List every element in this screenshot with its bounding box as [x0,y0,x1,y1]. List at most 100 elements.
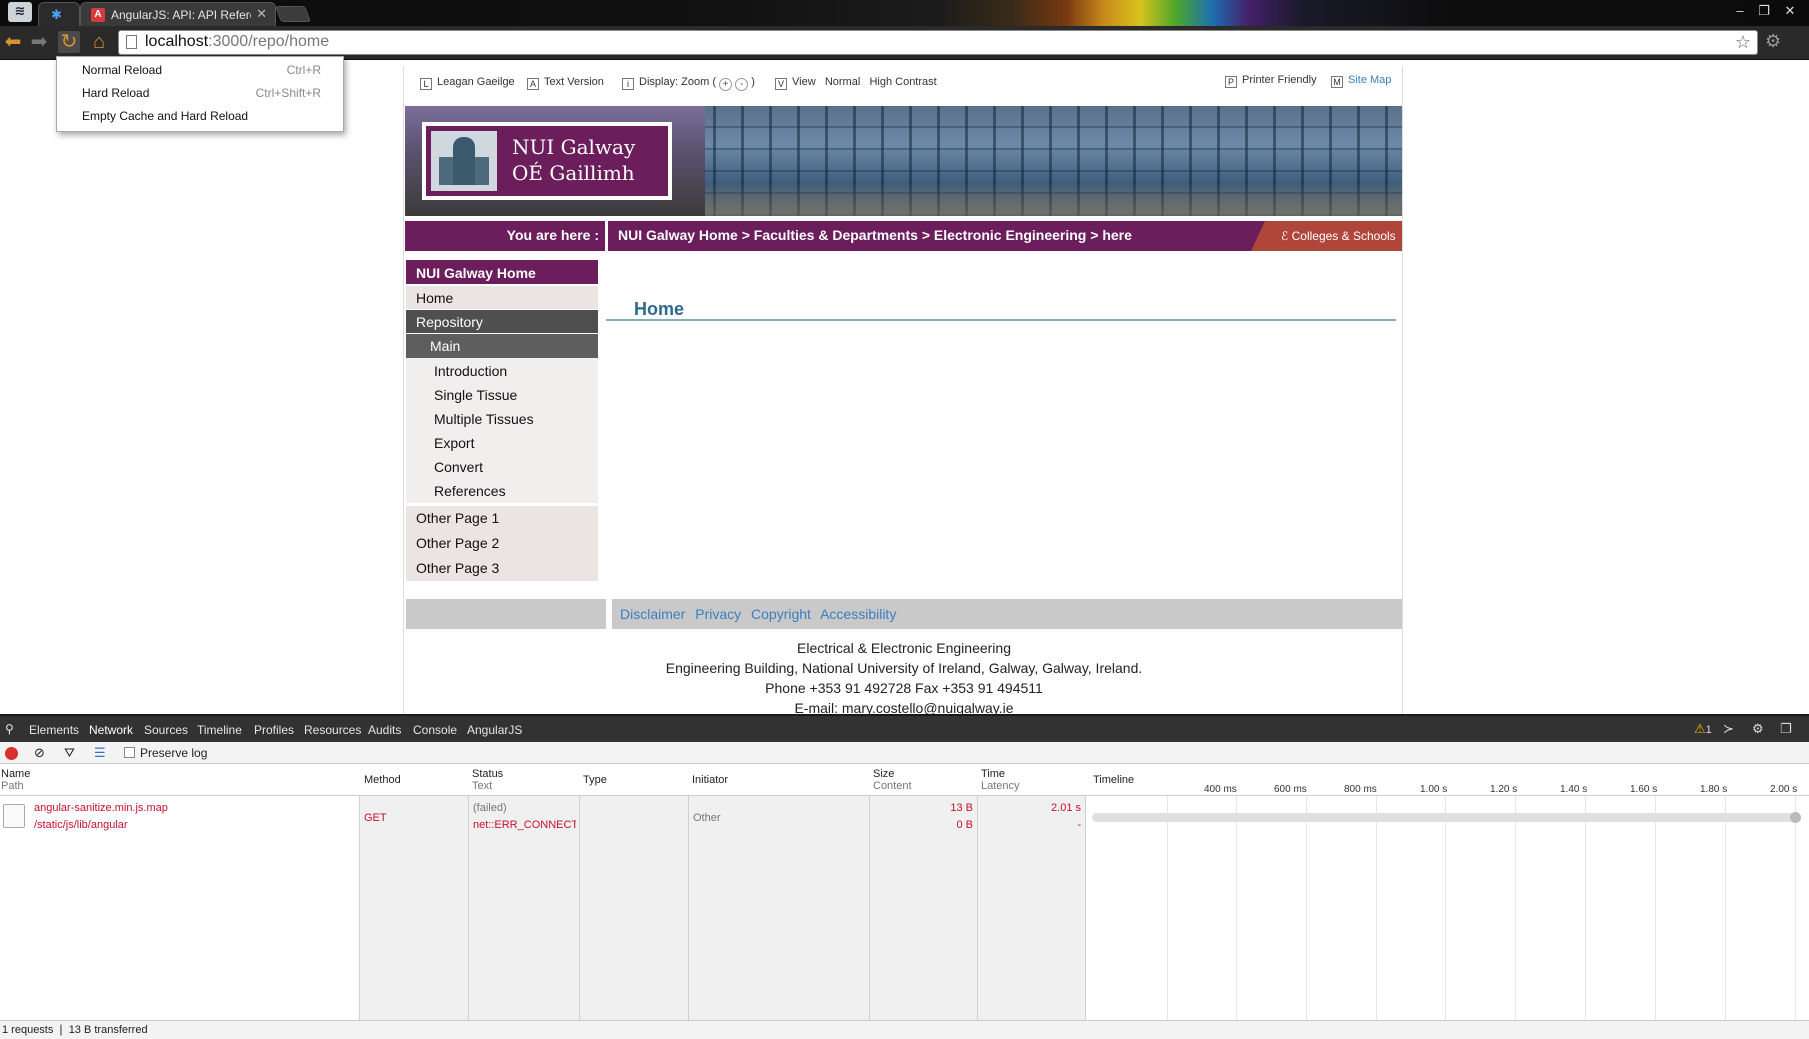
col-name[interactable]: Name Path [1,768,30,792]
col-timeline[interactable]: Timeline [1093,774,1134,786]
address-bar[interactable]: localhost:3000/repo/home ☆ [118,30,1758,55]
tab-devtools[interactable]: ✱ [38,2,80,26]
breadcrumb: You are here : NUI Galway Home > Faculti… [405,221,1402,251]
request-method: GET [364,812,387,824]
accessibility-link[interactable]: Accessibility [820,606,896,622]
restore-icon[interactable]: ❐ [1752,3,1776,19]
preserve-log-label: Preserve log [140,746,208,760]
view-options: V View Normal High Contrast [775,76,937,90]
request-size: 13 B [950,802,973,814]
preserve-log-checkbox[interactable] [124,747,135,758]
network-controls: ⊘ ⛛ ☰ Preserve log [0,742,1809,764]
gaeilge-link[interactable]: L Leagan Gaeilge [420,76,515,90]
record-icon[interactable] [5,747,18,760]
nav-other-page-2[interactable]: Other Page 2 [406,531,598,556]
request-name[interactable]: angular-sanitize.min.js.map [34,802,168,814]
nav-references[interactable]: References [406,479,598,503]
tab-angularjs[interactable]: A AngularJS: API: API Refere ✕ [80,2,276,26]
zoom-in-icon[interactable]: + [719,78,733,91]
nav-nui-galway-home[interactable]: NUI Galway Home [406,260,598,284]
filter-icon[interactable]: ⛛ [64,745,75,761]
disclaimer-link[interactable]: Disclaimer [620,606,685,622]
footer-department: Electrical & Electronic Engineering [797,640,1011,656]
page-title: Home [634,299,685,319]
close-window-icon[interactable]: ✕ [1778,3,1802,19]
zoom-out-icon[interactable]: - [735,78,749,91]
tab-elements[interactable]: Elements [29,723,79,737]
large-rows-icon[interactable]: ☰ [94,745,106,761]
text-version-link[interactable]: A Text Version [527,76,604,90]
tab-console[interactable]: Console [413,723,457,737]
nav-single-tissue[interactable]: Single Tissue [406,383,598,407]
col-size[interactable]: Size Content [873,768,912,792]
copyright-link[interactable]: Copyright [751,606,811,622]
timeline-tick: 400 ms [1204,784,1237,795]
printer-friendly-link[interactable]: P Printer Friendly [1225,74,1317,88]
footer-links: Disclaimer Privacy Copyright Accessibili… [612,599,1402,629]
col-initiator[interactable]: Initiator [692,774,728,786]
file-icon [3,804,25,828]
timeline-tick: 2.00 s [1770,784,1798,795]
tab-sources[interactable]: Sources [144,723,188,737]
nav-home[interactable]: Home [406,286,598,309]
tab-network[interactable]: Network [89,723,133,737]
tab-title: AngularJS: API: API Refere [111,8,251,22]
url-text: localhost:3000/repo/home [145,33,330,50]
colleges-schools-button[interactable]: ℰ Colleges & Schools [1273,221,1402,251]
breadcrumb-trail[interactable]: NUI Galway Home > Faculties & Department… [608,221,1248,251]
header-banner: NUI Galway OÉ Gaillimh [405,106,1402,216]
nav-multiple-tissues[interactable]: Multiple Tissues [406,407,598,431]
col-method[interactable]: Method [364,774,401,786]
footer-phone: Phone +353 91 492728 Fax +353 91 494511 [765,680,1043,696]
site-map-link[interactable]: M Site Map [1331,74,1391,88]
tab-audits[interactable]: Audits [368,723,401,737]
email-link[interactable]: mary.costello@nuigalway.ie [842,700,1014,714]
request-timeline-bar[interactable] [1092,813,1798,822]
breadcrumb-label: You are here : [405,221,605,251]
view-high-contrast-link[interactable]: High Contrast [869,76,936,88]
reload-icon[interactable]: ↻ [58,31,80,53]
bookmark-star-icon[interactable]: ☆ [1735,32,1751,53]
nav-export[interactable]: Export [406,431,598,455]
home-icon[interactable]: ⌂ [88,31,110,53]
timeline-end-marker [1790,812,1801,823]
forward-icon[interactable]: ➡ [28,31,50,53]
col-type[interactable]: Type [583,774,607,786]
menu-normal-reload[interactable]: Normal Reload Ctrl+R [57,59,343,81]
tab-resources[interactable]: Resources [304,723,361,737]
new-tab-button[interactable] [275,6,311,22]
devtools-tab-bar: ⚲ Elements Network Sources Timeline Prof… [0,714,1809,742]
back-icon[interactable]: ⬅ [2,31,24,53]
nav-introduction[interactable]: Introduction [406,359,598,383]
tab-timeline[interactable]: Timeline [197,723,242,737]
nav-other-page-1[interactable]: Other Page 1 [406,506,598,531]
nui-galway-logo[interactable]: NUI Galway OÉ Gaillimh [422,122,672,200]
console-drawer-icon[interactable]: ≻ [1723,721,1734,737]
warning-count[interactable]: ⚠1 [1694,721,1712,737]
dock-icon[interactable]: ❐ [1780,721,1792,737]
tab-close-icon[interactable]: ✕ [256,6,267,22]
request-status: (failed) [473,802,507,814]
clear-icon[interactable]: ⊘ [34,745,45,761]
timeline-tick: 800 ms [1344,784,1377,795]
privacy-link[interactable]: Privacy [695,606,741,622]
view-normal-link[interactable]: Normal [825,76,860,88]
devtools-settings-icon[interactable]: ⚙ [1752,721,1764,737]
col-status[interactable]: Status Text [472,768,503,792]
settings-gear-icon[interactable]: ⚙ [1765,31,1781,52]
timeline-tick: 1.60 s [1630,784,1658,795]
tab-angularjs[interactable]: AngularJS [467,723,522,737]
nav-other-page-3[interactable]: Other Page 3 [406,556,598,581]
search-icon[interactable]: ⚲ [5,722,14,736]
minimize-icon[interactable]: ‒ [1728,3,1752,18]
web-page: L Leagan Gaeilge A Text Version i Display: … [403,66,1403,714]
request-content-size: 0 B [956,819,973,831]
nav-main[interactable]: Main [406,334,598,358]
tab-profiles[interactable]: Profiles [254,723,294,737]
nav-convert[interactable]: Convert [406,455,598,479]
menu-empty-cache-reload[interactable]: Empty Cache and Hard Reload [57,105,343,127]
menu-hard-reload[interactable]: Hard Reload Ctrl+Shift+R [57,82,343,104]
nav-repository[interactable]: Repository [406,310,598,333]
network-table: Name Path Method Status Text Type Initiato… [0,764,1809,1020]
col-time[interactable]: Time Latency [981,768,1020,792]
